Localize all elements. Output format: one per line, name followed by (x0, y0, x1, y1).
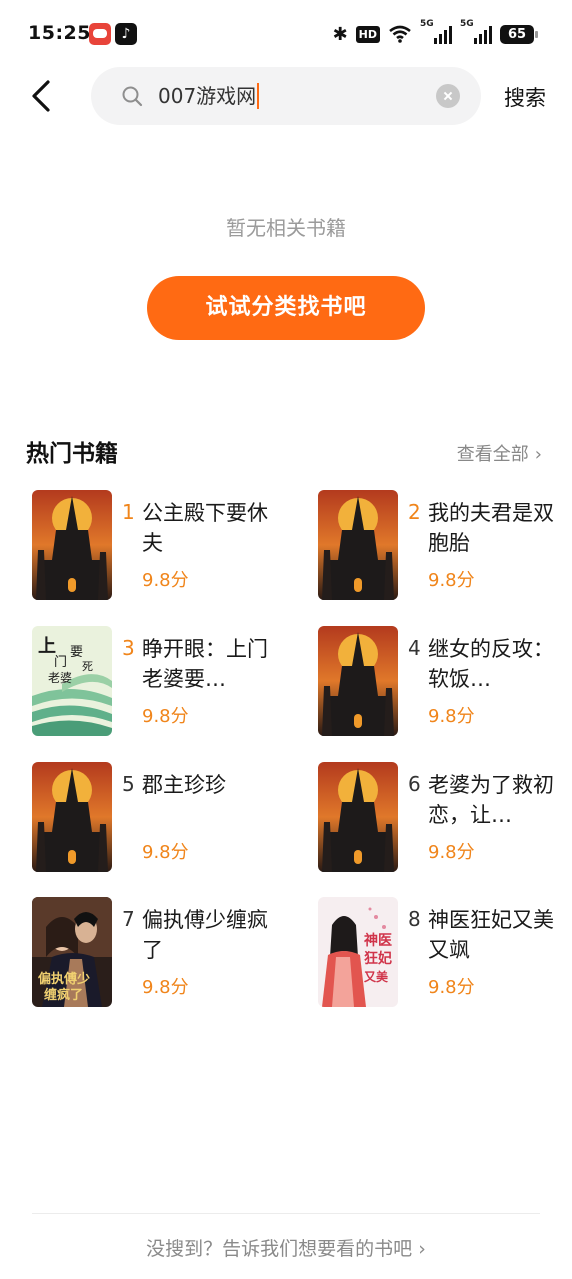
book-score: 9.8分 (142, 842, 189, 863)
book-title[interactable]: 我的夫君是双胞胎 (428, 498, 563, 558)
hot-books-title: 热门书籍 (26, 441, 118, 467)
book-title[interactable]: 睁开眼：上门老婆要… (142, 634, 277, 694)
back-button[interactable] (22, 72, 66, 120)
book-rank: 4 (408, 636, 421, 660)
book-cover[interactable]: 神医 狂妃 又美 (318, 897, 398, 1007)
empty-message: 暂无相关书籍 (226, 216, 346, 240)
tiktok-icon: ♪ (115, 23, 137, 45)
search-icon (122, 86, 143, 107)
book-title[interactable]: 郡主珍珍 (142, 770, 277, 800)
book-score: 9.8分 (142, 977, 189, 998)
book-score: 9.8分 (428, 842, 475, 863)
book-score: 9.8分 (142, 570, 189, 591)
search-query-text: 007游戏网 (158, 84, 257, 108)
svg-text:要: 要 (70, 645, 83, 660)
book-title[interactable]: 继女的反攻：软饭… (428, 634, 563, 694)
book-title[interactable]: 老婆为了救初恋，让… (428, 770, 563, 830)
book-rank: 7 (122, 907, 135, 931)
battery-icon: 65 (500, 24, 538, 44)
view-all-link[interactable]: 查看全部 › (457, 440, 542, 466)
book-rank: 3 (122, 636, 135, 660)
svg-text:上: 上 (38, 636, 56, 657)
svg-text:死: 死 (82, 660, 93, 673)
view-all-label: 查看全部 (456, 444, 529, 465)
browse-categories-button[interactable]: 试试分类找书吧 (147, 276, 425, 340)
book-cover[interactable]: 偏执傅少 缠疯了 (32, 897, 112, 1007)
book-item[interactable]: 上门要死老婆 3 睁开眼：上门老婆要… 9.8分 (32, 626, 282, 736)
book-score: 9.8分 (428, 570, 475, 591)
svg-text:门: 门 (54, 655, 67, 670)
book-title[interactable]: 神医狂妃又美又飒 (428, 905, 563, 965)
book-cover[interactable] (318, 626, 398, 736)
book-cover[interactable] (32, 490, 112, 600)
bluetooth-icon: ✱ (332, 23, 348, 45)
feedback-link[interactable]: 没搜到？告诉我们想要看的书吧 › (0, 1234, 572, 1261)
book-score: 9.8分 (428, 977, 475, 998)
svg-text:老婆: 老婆 (48, 671, 72, 685)
wifi-icon (388, 25, 412, 43)
svg-text:缠疯了: 缠疯了 (44, 987, 83, 1003)
back-arrow-icon (32, 80, 50, 112)
svg-text:神医: 神医 (364, 932, 392, 949)
clear-icon[interactable] (436, 84, 460, 108)
system-icons: ✱ HD 5G 5G 65 (332, 19, 538, 46)
text-caret (257, 83, 260, 109)
feedback-label: 没搜到？告诉我们想要看的书吧 (146, 1238, 413, 1260)
book-cover[interactable] (318, 490, 398, 600)
status-bar: 15:25 ♪ ✱ HD 5G 5G 65 (0, 0, 572, 68)
book-score: 9.8分 (142, 706, 189, 727)
signal-icon-1: 5G (420, 19, 452, 44)
chevron-right-icon: › (534, 444, 542, 465)
book-item[interactable]: 4 继女的反攻：软饭… 9.8分 (318, 626, 568, 736)
book-item[interactable]: 5 郡主珍珍 9.8分 (32, 762, 282, 872)
app-notification-icon (89, 23, 111, 45)
book-cover[interactable] (318, 762, 398, 872)
book-rank: 6 (408, 772, 421, 796)
search-button[interactable]: 搜索 (504, 82, 546, 112)
book-rank: 8 (408, 907, 421, 931)
svg-text:狂妃: 狂妃 (364, 950, 392, 967)
chevron-right-icon: › (418, 1238, 426, 1260)
book-rank: 1 (122, 500, 135, 524)
book-rank: 2 (408, 500, 421, 524)
svg-text:又美: 又美 (363, 969, 389, 984)
book-item[interactable]: 2 我的夫君是双胞胎 9.8分 (318, 490, 568, 600)
hd-badge: HD (355, 25, 380, 43)
divider (32, 1213, 540, 1214)
search-input[interactable]: 007游戏网 (91, 67, 481, 125)
book-cover[interactable] (32, 762, 112, 872)
search-query[interactable]: 007游戏网 (158, 83, 260, 109)
book-score: 9.8分 (428, 706, 475, 727)
book-title[interactable]: 偏执傅少缠疯了 (142, 905, 277, 965)
book-title[interactable]: 公主殿下要休夫 (142, 498, 277, 558)
book-item[interactable]: 1 公主殿下要休夫 9.8分 (32, 490, 282, 600)
book-cover[interactable]: 上门要死老婆 (32, 626, 112, 736)
signal-icon-2: 5G (460, 19, 492, 44)
book-rank: 5 (122, 772, 135, 796)
book-item[interactable]: 偏执傅少 缠疯了 7 偏执傅少缠疯了 9.8分 (32, 897, 282, 1007)
book-item[interactable]: 6 老婆为了救初恋，让… 9.8分 (318, 762, 568, 872)
status-time: 15:25 (28, 22, 91, 44)
svg-text:偏执傅少: 偏执傅少 (38, 971, 90, 987)
book-item[interactable]: 神医 狂妃又美 8 神医狂妃又美又飒 9.8分 (318, 897, 568, 1007)
